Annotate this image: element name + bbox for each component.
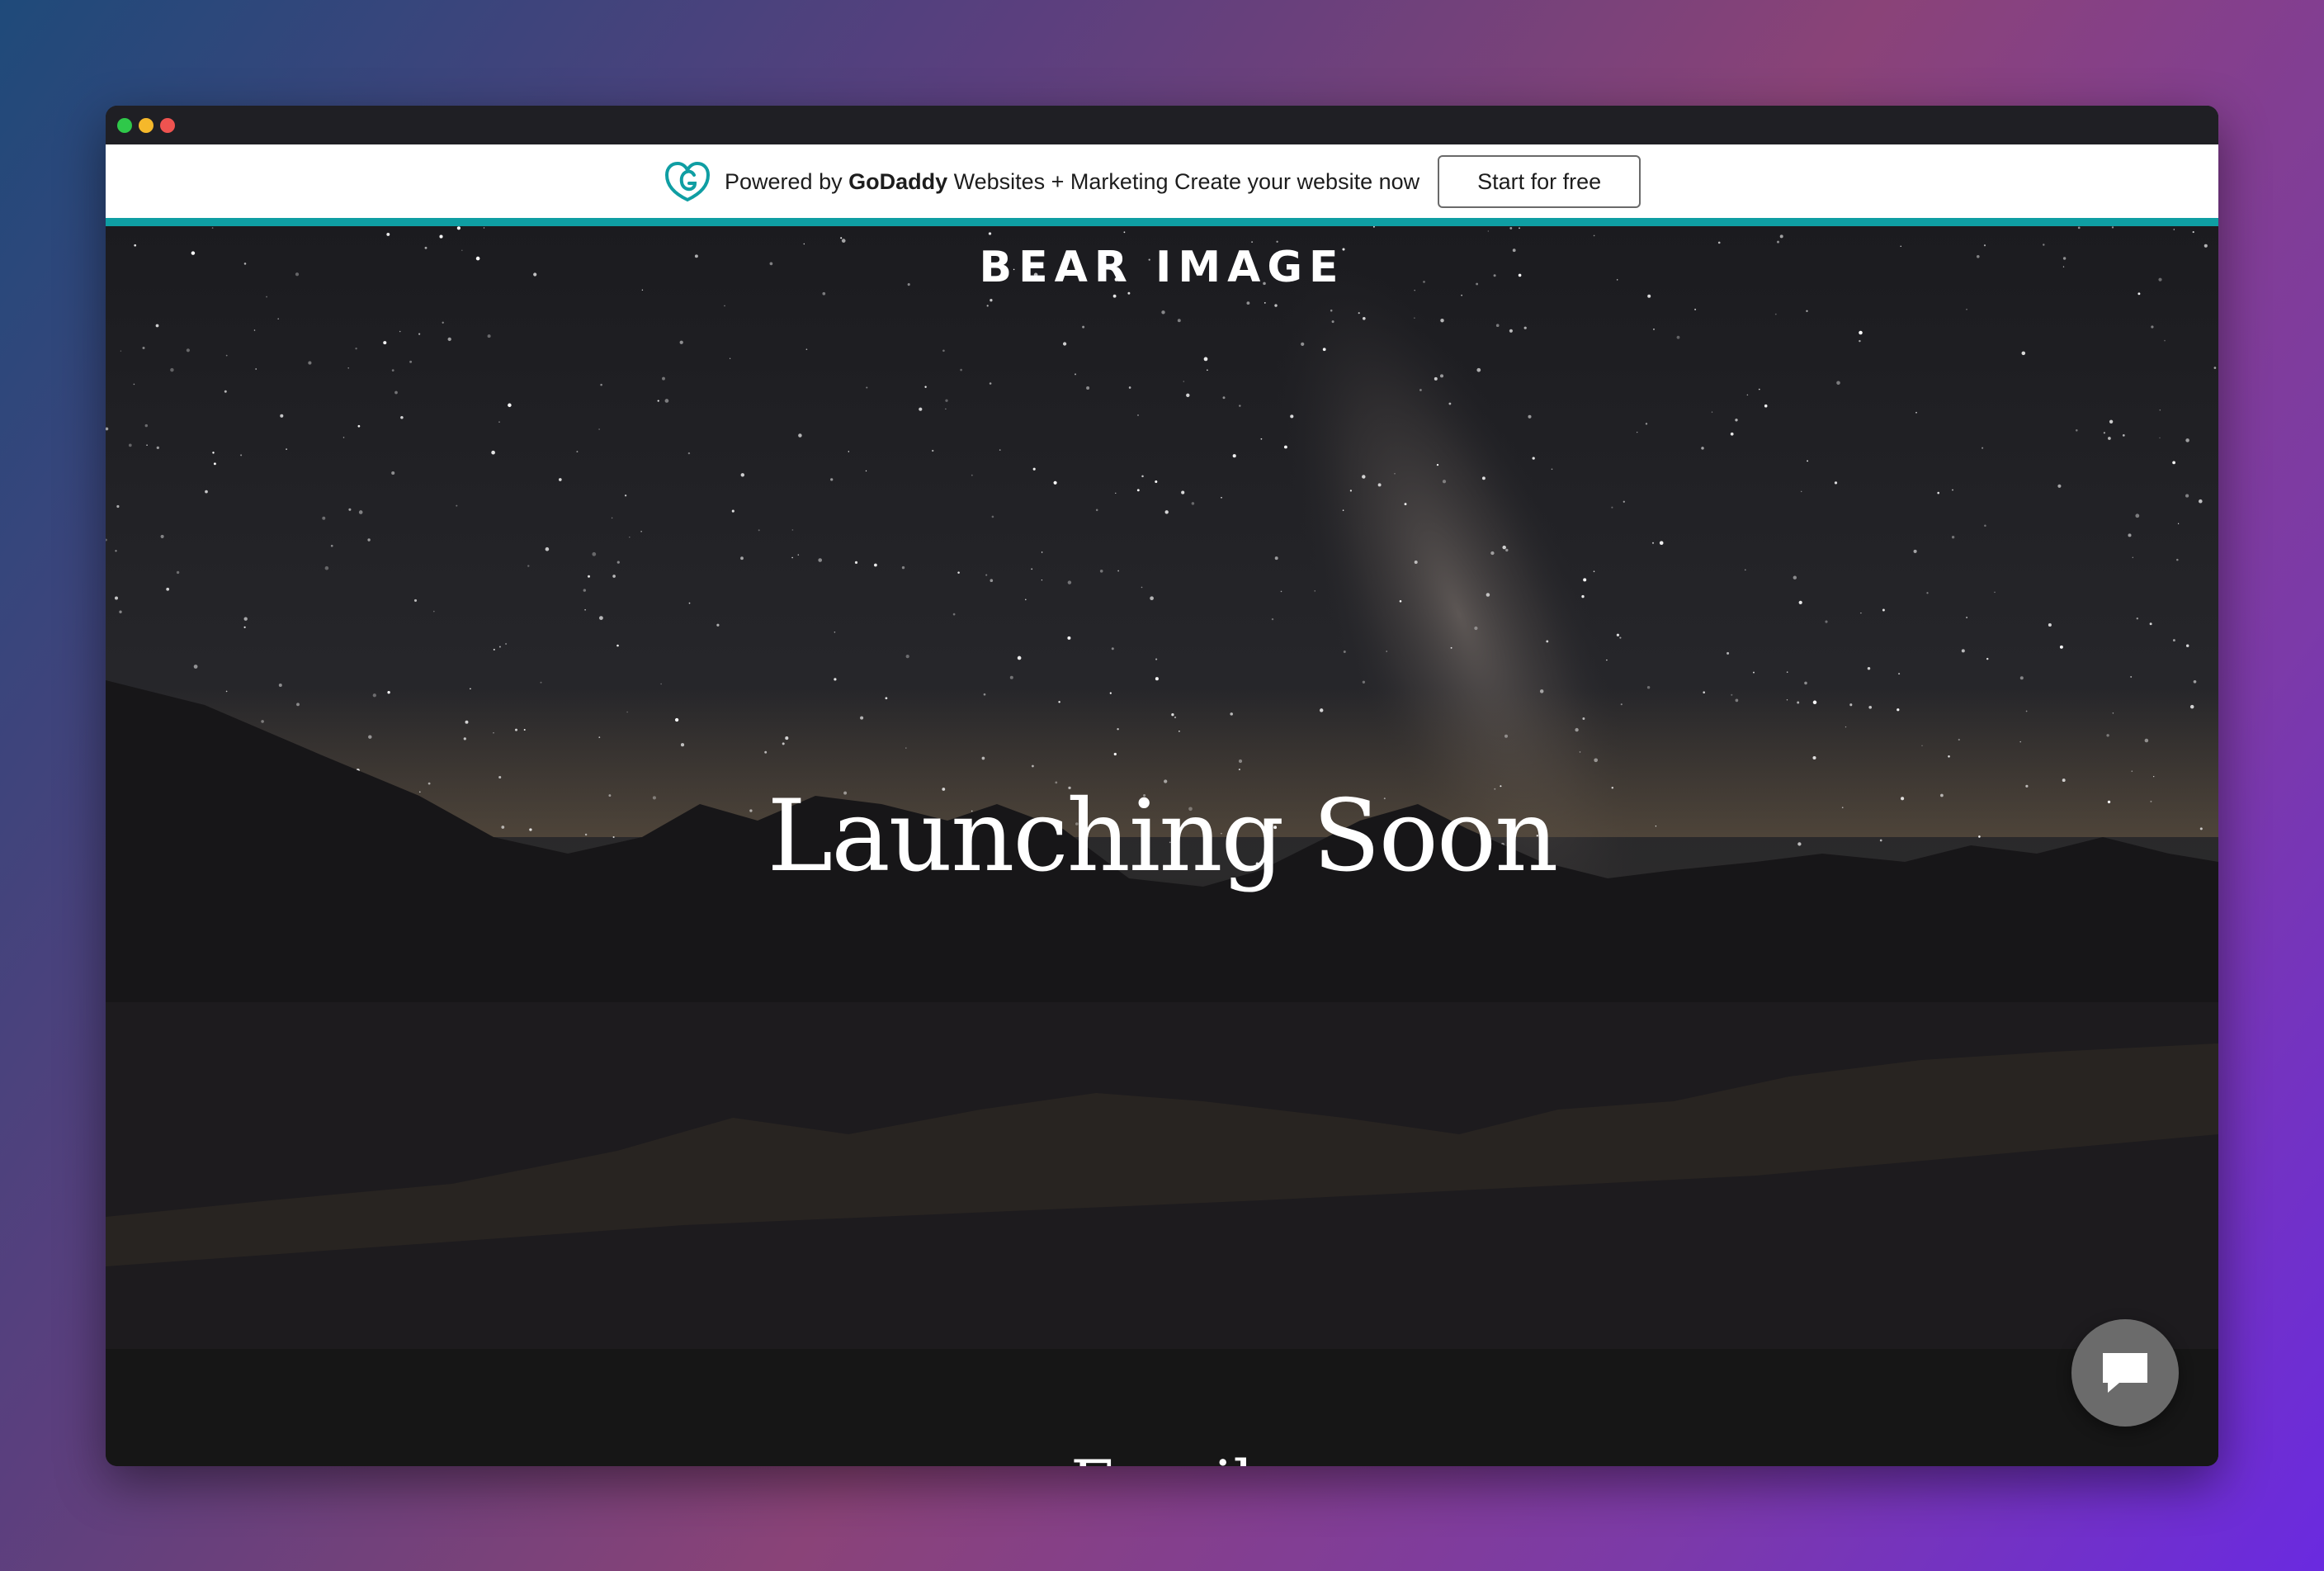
site-name[interactable]: BEAR IMAGE	[106, 243, 2218, 292]
email-section: Email	[106, 1349, 2218, 1466]
window-maximize-button[interactable]	[117, 118, 132, 133]
godaddy-logo-icon[interactable]	[664, 160, 711, 203]
hero-headline: Launching Soon	[767, 779, 1559, 894]
chat-button[interactable]	[2071, 1319, 2179, 1427]
browser-window: Powered by GoDaddy Websites + Marketing …	[106, 106, 2218, 1466]
email-section-heading: Email	[106, 1446, 2218, 1466]
promo-banner: Powered by GoDaddy Websites + Marketing …	[106, 144, 2218, 226]
hero-section: BEAR IMAGE Launching Soon	[106, 226, 2218, 1349]
window-close-button[interactable]	[160, 118, 175, 133]
title-bar	[106, 106, 2218, 144]
promo-text: Powered by GoDaddy Websites + Marketing …	[725, 168, 1420, 194]
chat-bubble-icon	[2103, 1353, 2147, 1393]
start-for-free-button[interactable]: Start for free	[1438, 155, 1641, 208]
window-minimize-button[interactable]	[139, 118, 154, 133]
promo-brand: GoDaddy	[848, 168, 948, 194]
